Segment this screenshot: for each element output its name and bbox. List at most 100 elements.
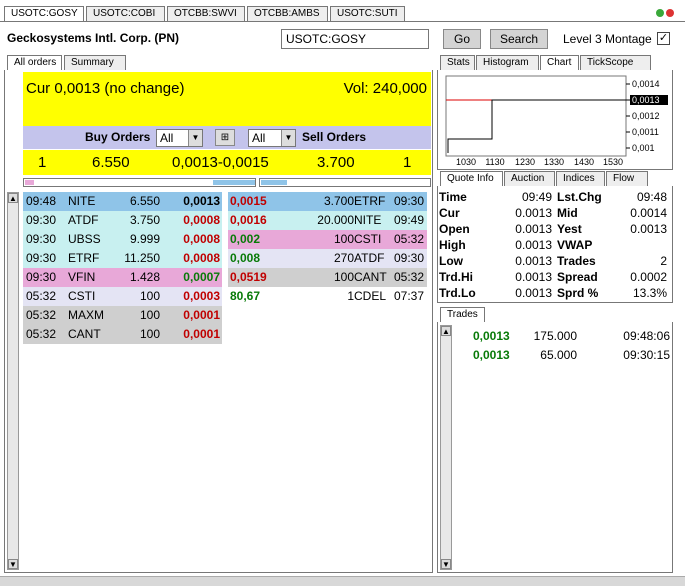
symbol-input[interactable]: USOTC:GOSY: [281, 29, 429, 49]
orders-scrollbar[interactable]: ▲ ▼: [7, 192, 19, 570]
tab-usotc-gosy[interactable]: USOTC:GOSY: [4, 6, 84, 21]
quote-value: 0.0013: [515, 286, 552, 300]
buy-size: 1.428: [129, 270, 160, 284]
sell-time: 09:49: [393, 213, 424, 227]
minimize-icon[interactable]: [656, 9, 664, 17]
buy-market-maker: CSTI: [68, 289, 96, 303]
buy-order-row[interactable]: 05:32 CANT 100 0,0001: [23, 325, 222, 344]
close-icon[interactable]: [666, 9, 674, 17]
buy-order-row[interactable]: 05:32 MAXM 100 0,0001: [23, 306, 222, 325]
search-button[interactable]: Search: [490, 29, 548, 49]
buy-filter-select[interactable]: All ▼: [156, 129, 203, 147]
tab-all-orders[interactable]: All orders: [7, 55, 62, 70]
trade-row: 0,0013 175.000 09:48:06: [456, 328, 672, 344]
buy-time: 09:30: [26, 251, 57, 265]
book-summary: 1 6.550 0,0013-0,0015 3.700 1: [23, 150, 431, 175]
sell-market-maker: CDEL: [354, 289, 387, 303]
tab-usotc-suti[interactable]: USOTC:SUTI: [330, 6, 405, 21]
quote-value: 0.0013: [515, 206, 552, 220]
quote-info-row: Open 0.0013 Yest 0.0013: [438, 221, 670, 237]
sell-filter-select[interactable]: All ▼: [248, 129, 296, 147]
trade-size: 175.000: [533, 329, 577, 343]
tab-tickscope[interactable]: TickScope: [580, 55, 651, 70]
tab-indices[interactable]: Indices: [556, 171, 605, 186]
quote-label: Trades: [557, 254, 596, 268]
scroll-up-icon[interactable]: ▲: [8, 193, 18, 203]
tab-otcbb-ambs[interactable]: OTCBB:AMBS: [247, 6, 328, 21]
buy-time: 05:32: [26, 327, 57, 341]
sell-price: 0,008: [230, 251, 261, 265]
sell-size: 3.700: [323, 194, 354, 208]
tab-usotc-cobi[interactable]: USOTC:COBI: [86, 6, 165, 21]
buy-price: 0,0001: [183, 327, 220, 341]
quote-label: High: [439, 238, 466, 252]
trades-scrollbar[interactable]: ▲ ▼: [440, 325, 452, 570]
sell-price: 0,002: [230, 232, 261, 246]
tab-auction[interactable]: Auction: [504, 171, 555, 186]
scroll-down-icon[interactable]: ▼: [8, 559, 18, 569]
buy-market-maker: UBSS: [68, 232, 101, 246]
tab-summary[interactable]: Summary: [64, 55, 126, 70]
x-tick-label: 1530: [603, 157, 623, 167]
buy-order-row[interactable]: 05:32 CSTI 100 0,0003: [23, 287, 222, 306]
quote-value: 0.0013: [515, 254, 552, 268]
buy-price: 0,0007: [183, 270, 220, 284]
sell-orders-label: Sell Orders: [302, 130, 367, 144]
sell-market-maker: CANT: [354, 270, 387, 284]
y-tick-label: 0,0014: [632, 79, 660, 89]
quote-label: Open: [439, 222, 470, 236]
trade-time: 09:30:15: [623, 348, 670, 362]
trades-scroll-up-icon[interactable]: ▲: [441, 326, 451, 336]
buy-orders-label: Buy Orders: [85, 130, 151, 144]
quote-value: 0.0013: [515, 222, 552, 236]
sell-depth-bar: [259, 178, 431, 187]
buy-order-row[interactable]: 09:30 UBSS 9.999 0,0008: [23, 230, 222, 249]
buy-size: 9.999: [129, 232, 160, 246]
quote-info-row: Cur 0.0013 Mid 0.0014: [438, 205, 670, 221]
buy-order-row[interactable]: 09:48 NITE 6.550 0,0013: [23, 192, 222, 211]
quote-label: Mid: [557, 206, 578, 220]
buy-size: 100: [139, 308, 160, 322]
sell-order-row[interactable]: 80,67 1 CDEL 07:37: [228, 287, 427, 306]
sell-order-row[interactable]: 0,0519 100 CANT 05:32: [228, 268, 427, 287]
spread-range: 0,0013-0,0015: [172, 154, 269, 171]
go-button[interactable]: Go: [443, 29, 481, 49]
tab-histogram[interactable]: Histogram: [476, 55, 539, 70]
quote-info-row: Trd.Lo 0.0013 Sprd % 13.3%: [438, 285, 670, 301]
buy-order-row[interactable]: 09:30 ETRF 11.250 0,0008: [23, 249, 222, 268]
tab-stats[interactable]: Stats: [440, 55, 475, 70]
tab-quote-info[interactable]: Quote Info: [440, 171, 503, 186]
sell-time: 09:30: [393, 194, 424, 208]
tab-flow[interactable]: Flow: [606, 171, 648, 186]
sell-order-row[interactable]: 0,0015 3.700 ETRF 09:30: [228, 192, 427, 211]
buy-time: 09:30: [26, 213, 57, 227]
tab-chart[interactable]: Chart: [540, 55, 579, 70]
quote-value: 0.0013: [515, 238, 552, 252]
sell-order-row[interactable]: 0,0016 20.000 NITE 09:49: [228, 211, 427, 230]
link-icon[interactable]: ⊞: [215, 129, 235, 146]
buy-order-row[interactable]: 09:30 ATDF 3.750 0,0008: [23, 211, 222, 230]
sell-order-row[interactable]: 0,008 270 ATDF 09:30: [228, 249, 427, 268]
quote-info-row: Time 09:49 Lst.Chg 09:48: [438, 189, 670, 205]
trades-scroll-down-icon[interactable]: ▼: [441, 559, 451, 569]
buy-market-maker: NITE: [68, 194, 96, 208]
quote-info-row: High 0.0013 VWAP: [438, 237, 670, 253]
sell-order-row[interactable]: 0,002 100 CSTI 05:32: [228, 230, 427, 249]
window-controls[interactable]: [656, 8, 678, 18]
y-tick-label: 0,0012: [632, 111, 660, 121]
tab-trades[interactable]: Trades: [440, 307, 485, 322]
y-tick-label: 0,001: [632, 143, 655, 153]
buy-order-row[interactable]: 09:30 VFIN 1.428 0,0007: [23, 268, 222, 287]
quote-label: Spread: [557, 270, 598, 284]
tab-otcbb-swvi[interactable]: OTCBB:SWVI: [167, 6, 245, 21]
buy-time: 05:32: [26, 308, 57, 322]
trade-price: 0,0013: [473, 348, 510, 362]
quote-value: 09:48: [636, 190, 667, 204]
quote-label: Trd.Hi: [439, 270, 474, 284]
quote-value: 13.3%: [632, 286, 667, 300]
buy-time: 05:32: [26, 289, 57, 303]
trade-size: 65.000: [540, 348, 577, 362]
level3-checkbox[interactable]: ✓: [657, 32, 670, 45]
buy-depth-bar: [23, 178, 256, 187]
buy-market-maker: CANT: [68, 327, 101, 341]
